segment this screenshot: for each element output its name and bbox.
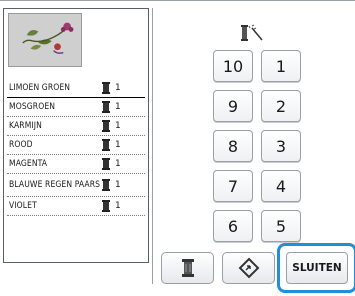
- thread-spool-icon: [101, 200, 111, 212]
- color-row-magenta[interactable]: MAGENTA 1: [7, 155, 145, 174]
- needle-button-10[interactable]: 10: [213, 50, 253, 82]
- thread-spool-icon: [101, 101, 111, 113]
- thread-spool-icon: [101, 179, 111, 191]
- color-name: MAGENTA: [9, 158, 48, 169]
- needle-button-9[interactable]: 9: [213, 90, 253, 122]
- diamond-arrow-icon: [238, 257, 260, 279]
- color-name: KARMIJN: [9, 120, 42, 131]
- needle-button-8[interactable]: 8: [213, 130, 253, 162]
- diamond-arrow-button[interactable]: [222, 252, 275, 284]
- color-row-limoen-groen[interactable]: LIMOEN GROEN 1: [7, 79, 145, 98]
- spool-count: 1: [115, 159, 121, 169]
- thread-spool-button[interactable]: [161, 252, 214, 284]
- embroidery-preview: [8, 13, 82, 67]
- needle-button-5[interactable]: 5: [261, 210, 301, 242]
- thread-spool-icon: [101, 82, 111, 94]
- needle-bar-icon: [240, 24, 266, 44]
- color-row-karmijn[interactable]: KARMIJN 1: [7, 117, 145, 136]
- color-row-blauwe-regen-paars[interactable]: BLAUWE REGEN PAARS 1: [7, 174, 145, 197]
- thread-color-list: LIMOEN GROEN 1 MOSGROEN 1 KARMIJN 1 ROOD: [7, 79, 145, 216]
- thread-spool-icon: [101, 158, 111, 170]
- thread-spool-icon: [101, 120, 111, 132]
- needle-button-4[interactable]: 4: [261, 170, 301, 202]
- color-row-rood[interactable]: ROOD 1: [7, 136, 145, 155]
- color-name: VIOLET: [9, 200, 37, 211]
- top-border: [0, 0, 355, 6]
- needle-button-1[interactable]: 1: [261, 50, 301, 82]
- spool-count: 1: [115, 140, 121, 150]
- thread-color-panel: LIMOEN GROEN 1 MOSGROEN 1 KARMIJN 1 ROOD: [3, 8, 149, 263]
- needle-button-6[interactable]: 6: [213, 210, 253, 242]
- thread-spool-icon: [177, 257, 199, 279]
- needle-button-2[interactable]: 2: [261, 90, 301, 122]
- thread-spool-icon: [101, 139, 111, 151]
- spool-count: 1: [115, 201, 121, 211]
- needle-button-3[interactable]: 3: [261, 130, 301, 162]
- needle-button-7[interactable]: 7: [213, 170, 253, 202]
- sluiten-button[interactable]: SLUITEN: [286, 252, 348, 284]
- color-name: LIMOEN GROEN: [9, 82, 71, 93]
- color-row-mosgroen[interactable]: MOSGROEN 1: [7, 98, 145, 117]
- color-name: BLAUWE REGEN PAARS: [9, 179, 101, 190]
- embroidery-flower-preview-icon: [9, 14, 81, 66]
- bottom-toolbar: SLUITEN: [0, 243, 355, 296]
- color-name: MOSGROEN: [9, 101, 56, 112]
- spool-count: 1: [115, 102, 121, 112]
- spool-count: 1: [115, 83, 121, 93]
- sluiten-highlight: SLUITEN: [277, 243, 355, 293]
- color-name: ROOD: [9, 139, 33, 150]
- spool-count: 1: [115, 121, 121, 131]
- color-row-violet[interactable]: VIOLET 1: [7, 197, 145, 216]
- spool-count: 1: [115, 180, 121, 190]
